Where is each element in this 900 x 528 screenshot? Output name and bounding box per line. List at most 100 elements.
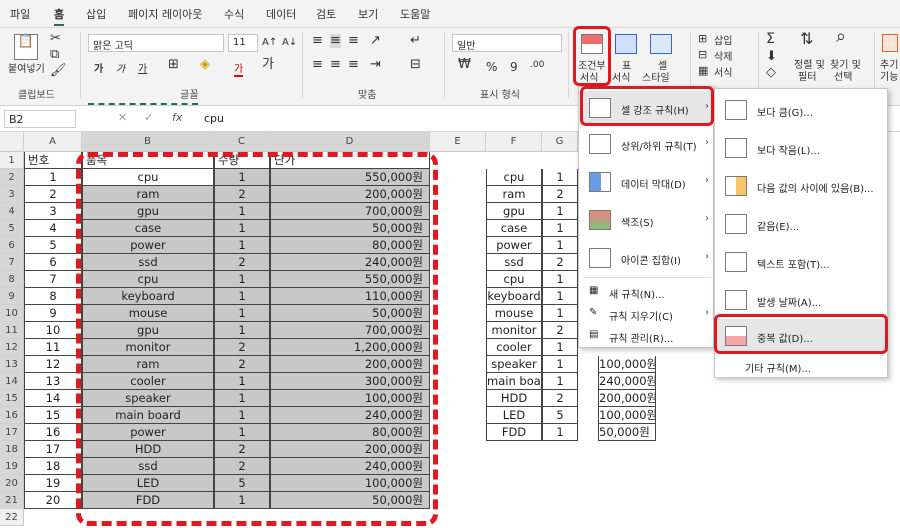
submenu-equal-to[interactable]: 같음(E)... [715, 207, 887, 241]
row-header[interactable]: 2 [0, 169, 24, 186]
row-header[interactable]: 17 [0, 424, 24, 441]
percent-button[interactable]: % [486, 60, 497, 74]
cell-qty[interactable]: 1 [542, 424, 578, 441]
cell-number[interactable]: 12 [24, 356, 82, 373]
cell-price[interactable]: 100,000원 [598, 356, 656, 373]
row-header[interactable]: 4 [0, 203, 24, 220]
increase-decimal-icon[interactable]: .00 [530, 58, 544, 72]
row-header[interactable]: 13 [0, 356, 24, 373]
row-header[interactable]: 8 [0, 271, 24, 288]
cell-item[interactable]: cpu [486, 271, 542, 288]
cell-number[interactable]: 17 [24, 441, 82, 458]
merge-icon[interactable]: ⊟ [410, 58, 421, 72]
cell-item[interactable]: cpu [486, 169, 542, 186]
tab-view[interactable]: 보기 [358, 6, 378, 22]
cell-qty[interactable]: 1 [542, 305, 578, 322]
column-header-e[interactable]: E [430, 132, 486, 152]
cell-number[interactable]: 4 [24, 220, 82, 237]
row-header[interactable]: 18 [0, 441, 24, 458]
cell-item[interactable]: gpu [486, 203, 542, 220]
shrink-font-icon[interactable]: A↓ [282, 36, 297, 50]
submenu-greater-than[interactable]: 보다 큼(G)... [715, 93, 887, 127]
tab-insert[interactable]: 삽입 [86, 6, 106, 22]
cell-number[interactable]: 5 [24, 237, 82, 254]
row-header[interactable]: 3 [0, 186, 24, 203]
menu-data-bars[interactable]: 데이터 막대(D) › [579, 165, 715, 199]
cell-price[interactable]: 200,000원 [598, 390, 656, 407]
cell-item[interactable]: keyboard [486, 288, 542, 305]
cell-item[interactable]: HDD [486, 390, 542, 407]
phonetic-icon[interactable]: 가 [262, 58, 274, 72]
column-header-c[interactable]: C [214, 132, 270, 152]
menu-manage-rules[interactable]: ▤ 규칙 관리(R)... [579, 325, 715, 347]
cell-qty[interactable]: 2 [542, 322, 578, 339]
cell-item[interactable]: main board [486, 373, 542, 390]
menu-top-bottom-rules[interactable]: 상위/하위 규칙(T) › [579, 127, 715, 161]
cell-item[interactable]: ssd [486, 254, 542, 271]
submenu-date-occurring[interactable]: 발생 날짜(A)... [715, 283, 887, 317]
cell-item[interactable]: case [486, 220, 542, 237]
border-icon[interactable]: ⊞ [168, 58, 179, 72]
menu-new-rule[interactable]: ▦ 새 규칙(N)... [579, 281, 715, 303]
tab-help[interactable]: 도움말 [400, 6, 430, 22]
addins-icon[interactable] [882, 34, 898, 52]
grow-font-icon[interactable]: A↑ [262, 36, 277, 50]
align-right-icon[interactable]: ≡ [348, 58, 359, 72]
row-header[interactable]: 21 [0, 492, 24, 509]
insert-cells-icon[interactable]: ⊞ [698, 32, 707, 46]
formula-input[interactable]: cpu [198, 110, 578, 128]
cell-price[interactable]: 240,000원 [598, 373, 656, 390]
header-cell[interactable]: 번호 [24, 152, 82, 169]
cell-item[interactable]: LED [486, 407, 542, 424]
cell-number[interactable]: 3 [24, 203, 82, 220]
sort-filter-icon[interactable]: ⇅ [800, 31, 813, 47]
cell-number[interactable]: 1 [24, 169, 82, 186]
cell-number[interactable]: 19 [24, 475, 82, 492]
format-cells-icon[interactable]: ▦ [698, 64, 708, 78]
cell-qty[interactable]: 1 [542, 288, 578, 305]
row-header[interactable]: 15 [0, 390, 24, 407]
row-header[interactable]: 5 [0, 220, 24, 237]
bold-button[interactable]: 가 [94, 60, 103, 75]
row-header[interactable]: 11 [0, 322, 24, 339]
cell-number[interactable]: 11 [24, 339, 82, 356]
cell-number[interactable]: 13 [24, 373, 82, 390]
row-header[interactable]: 6 [0, 237, 24, 254]
cell-qty[interactable]: 2 [542, 390, 578, 407]
cell-qty[interactable]: 1 [542, 237, 578, 254]
addins-label-2[interactable]: 기능 [880, 68, 898, 83]
font-size-select[interactable]: 11 [228, 34, 258, 52]
cell-qty[interactable]: 1 [542, 169, 578, 186]
row-header[interactable]: 1 [0, 152, 24, 169]
comma-button[interactable]: 9 [510, 60, 518, 74]
table-format-label-2[interactable]: 서식 [612, 69, 630, 84]
fill-icon[interactable]: ⬇ [766, 50, 777, 64]
cell-qty[interactable]: 1 [542, 220, 578, 237]
autosum-icon[interactable]: Σ [766, 32, 775, 46]
indent-icon[interactable]: ⇥ [370, 58, 381, 72]
align-left-icon[interactable]: ≡ [312, 58, 323, 72]
row-header[interactable]: 19 [0, 458, 24, 475]
column-header-g[interactable]: G [542, 132, 578, 152]
name-box[interactable]: B2 [4, 110, 76, 128]
row-header[interactable]: 22 [0, 509, 24, 526]
find-select-label-2[interactable]: 선택 [834, 68, 852, 83]
row-header[interactable]: 7 [0, 254, 24, 271]
submenu-text-contains[interactable]: 텍스트 포함(T)... [715, 245, 887, 279]
cell-number[interactable]: 2 [24, 186, 82, 203]
italic-button[interactable]: 가 [116, 60, 125, 75]
tab-file[interactable]: 파일 [10, 6, 30, 22]
row-header[interactable]: 9 [0, 288, 24, 305]
menu-color-scales[interactable]: 색조(S) › [579, 203, 715, 237]
menu-clear-rules[interactable]: ✎ 규칙 지우기(C) › [579, 303, 715, 325]
cell-item[interactable]: monitor [486, 322, 542, 339]
insert-cells-button[interactable]: 삽입 [714, 32, 732, 47]
sort-filter-label-2[interactable]: 필터 [798, 68, 816, 83]
cell-number[interactable]: 8 [24, 288, 82, 305]
underline-button[interactable]: 가 [138, 60, 147, 75]
cell-number[interactable]: 14 [24, 390, 82, 407]
wrap-text-icon[interactable]: ↵ [410, 34, 421, 48]
row-header[interactable]: 16 [0, 407, 24, 424]
fx-button[interactable]: fx [172, 111, 182, 124]
cell-number[interactable]: 9 [24, 305, 82, 322]
